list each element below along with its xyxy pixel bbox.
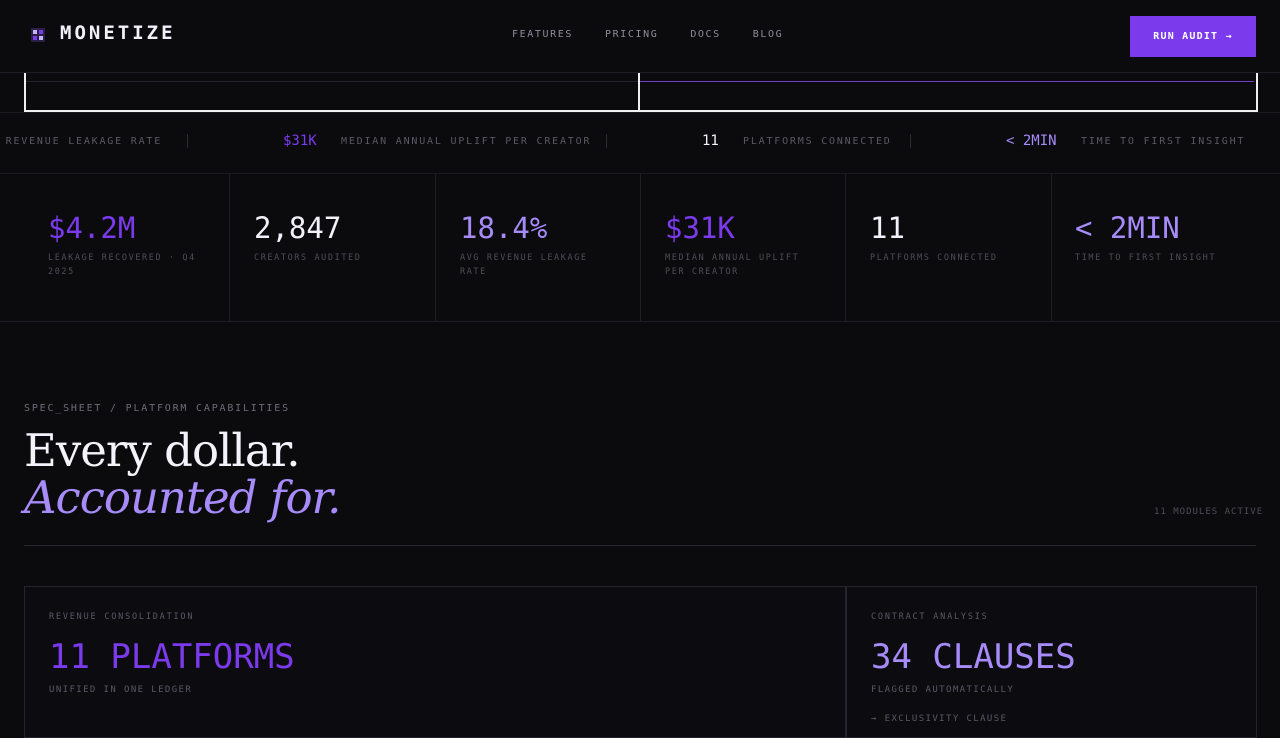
card-subtitle: FLAGGED AUTOMATICALLY bbox=[871, 685, 1015, 695]
frame-line-left bbox=[26, 81, 638, 82]
section-headline: Every dollar. bbox=[24, 424, 301, 477]
card-headline: 11 PLATFORMS bbox=[49, 637, 295, 677]
ticker-separator bbox=[606, 134, 607, 148]
section-divider bbox=[24, 545, 1256, 546]
stat-cell: $31K MEDIAN ANNUAL UPLIFT PER CREATOR bbox=[641, 173, 846, 321]
ticker-value: < 2MIN bbox=[1006, 133, 1057, 149]
stat-cell: $4.2M LEAKAGE RECOVERED · Q4 2025 bbox=[24, 173, 230, 321]
ticker-separator bbox=[187, 134, 188, 148]
stat-label: AVG REVENUE LEAKAGE RATE bbox=[460, 253, 588, 277]
feature-card-contracts[interactable]: CONTRACT ANALYSIS 34 CLAUSES FLAGGED AUT… bbox=[846, 586, 1257, 738]
card-list-item: → EXCLUSIVITY CLAUSE bbox=[871, 714, 1008, 724]
nav-link-pricing[interactable]: PRICING bbox=[605, 29, 658, 40]
stat-cell: 2,847 CREATORS AUDITED bbox=[230, 173, 436, 321]
stat-label: PLATFORMS CONNECTED bbox=[870, 253, 998, 263]
ticker-label: PLATFORMS CONNECTED bbox=[743, 136, 892, 147]
card-label: CONTRACT ANALYSIS bbox=[871, 612, 989, 622]
stat-cell: < 2MIN TIME TO FIRST INSIGHT bbox=[1052, 173, 1280, 321]
frame-line-right bbox=[640, 81, 1254, 82]
modules-count: 11 MODULES ACTIVE bbox=[1154, 507, 1264, 517]
nav-link-docs[interactable]: DOCS bbox=[690, 29, 720, 40]
stat-cell: 11 PLATFORMS CONNECTED bbox=[846, 173, 1052, 321]
stat-label: LEAKAGE RECOVERED · Q4 2025 bbox=[48, 253, 196, 277]
ticker-label: MEDIAN ANNUAL UPLIFT PER CREATOR bbox=[341, 136, 592, 147]
ticker-value: 11 bbox=[702, 133, 719, 149]
ticker-value: $31K bbox=[283, 133, 317, 149]
stat-label: TIME TO FIRST INSIGHT bbox=[1075, 253, 1217, 263]
stat-label: MEDIAN ANNUAL UPLIFT PER CREATOR bbox=[665, 253, 800, 277]
ticker-separator bbox=[910, 134, 911, 148]
brand-name[interactable]: MONETIZE bbox=[60, 22, 176, 44]
card-subtitle: UNIFIED IN ONE LEDGER bbox=[49, 685, 193, 695]
card-label: REVENUE CONSOLIDATION bbox=[49, 612, 195, 622]
stat-value: 18.4% bbox=[460, 211, 548, 245]
stat-cell: 18.4% AVG REVENUE LEAKAGE RATE bbox=[436, 173, 641, 321]
monetize-logo-icon[interactable] bbox=[31, 28, 45, 42]
nav-links: FEATURES PRICING DOCS BLOG bbox=[512, 29, 783, 40]
preview-frame bbox=[24, 73, 1258, 112]
stat-label: CREATORS AUDITED bbox=[254, 253, 362, 263]
section-eyebrow: SPEC_SHEET / PLATFORM CAPABILITIES bbox=[24, 403, 290, 414]
stat-value: 11 bbox=[870, 211, 905, 245]
nav-link-features[interactable]: FEATURES bbox=[512, 29, 573, 40]
card-headline: 34 CLAUSES bbox=[871, 637, 1076, 677]
stat-value: $4.2M bbox=[48, 211, 136, 245]
section-headline-accent: Accounted for. bbox=[24, 471, 341, 524]
stat-value: < 2MIN bbox=[1075, 211, 1180, 245]
stat-value: 2,847 bbox=[254, 211, 342, 245]
ticker-label: G REVENUE LEAKAGE RATE bbox=[0, 136, 163, 147]
run-audit-button[interactable]: RUN AUDIT → bbox=[1130, 16, 1256, 57]
ticker-label: TIME TO FIRST INSIGHT bbox=[1081, 136, 1246, 147]
frame-divider bbox=[638, 73, 640, 111]
stat-value: $31K bbox=[665, 211, 735, 245]
nav-link-blog[interactable]: BLOG bbox=[753, 29, 783, 40]
feature-card-revenue[interactable]: REVENUE CONSOLIDATION 11 PLATFORMS UNIFI… bbox=[24, 586, 846, 738]
